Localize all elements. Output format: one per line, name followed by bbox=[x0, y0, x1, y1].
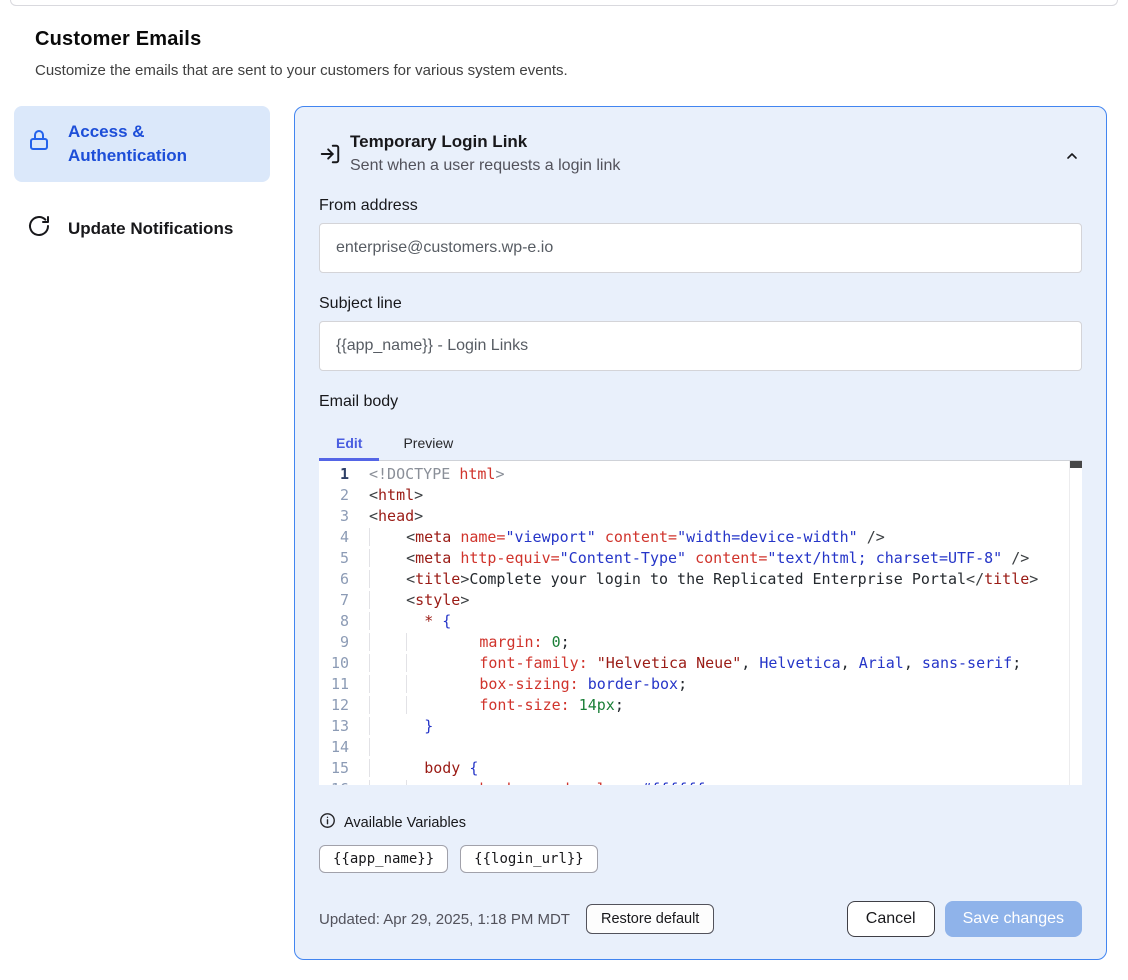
subject-line-input[interactable] bbox=[319, 321, 1082, 371]
editor-scrollbar-thumb[interactable] bbox=[1070, 461, 1082, 468]
code-text: font-size: 14px; bbox=[369, 695, 624, 716]
code-text: margin: 0; bbox=[369, 632, 570, 653]
subject-line-label: Subject line bbox=[319, 295, 1082, 313]
code-line: 1 <!DOCTYPE html> bbox=[319, 464, 1082, 485]
sidebar: Access & Authentication Update Notificat… bbox=[14, 106, 270, 258]
line-number: 15 bbox=[319, 758, 349, 779]
card-header: Temporary Login Link Sent when a user re… bbox=[319, 132, 1082, 175]
line-number: 16 bbox=[319, 779, 349, 785]
refresh-icon bbox=[27, 214, 51, 245]
email-settings-card: Temporary Login Link Sent when a user re… bbox=[294, 106, 1107, 960]
line-number: 13 bbox=[319, 716, 349, 737]
code-line: 8 * { bbox=[319, 611, 1082, 632]
line-number: 8 bbox=[319, 611, 349, 632]
available-variables-row: Available Variables bbox=[319, 812, 1082, 834]
line-number: 1 bbox=[319, 464, 349, 485]
from-address-label: From address bbox=[319, 197, 1082, 215]
card-footer: Updated: Apr 29, 2025, 1:18 PM MDT Resto… bbox=[319, 901, 1082, 937]
sidebar-item-label: Access & Authentication bbox=[68, 120, 257, 168]
log-in-icon bbox=[319, 143, 341, 170]
code-text: box-sizing: border-box; bbox=[369, 674, 687, 695]
code-text: <title>Complete your login to the Replic… bbox=[369, 569, 1038, 590]
sidebar-item-label: Update Notifications bbox=[68, 217, 233, 241]
email-body-label: Email body bbox=[319, 393, 1082, 411]
code-text: <meta http-equiv="Content-Type" content=… bbox=[369, 548, 1029, 569]
chevron-up-icon bbox=[1064, 152, 1080, 167]
code-line: 5 <meta http-equiv="Content-Type" conten… bbox=[319, 548, 1082, 569]
code-text: } bbox=[369, 716, 433, 737]
cancel-button[interactable]: Cancel bbox=[847, 901, 935, 937]
variable-chip-app-name[interactable]: {{app_name}} bbox=[319, 845, 448, 873]
card-subtitle: Sent when a user requests a login link bbox=[350, 157, 620, 175]
code-text: background-color: #ffffff; bbox=[369, 779, 714, 785]
line-number: 3 bbox=[319, 506, 349, 527]
line-number: 9 bbox=[319, 632, 349, 653]
page-header: Customer Emails Customize the emails tha… bbox=[0, 6, 1128, 79]
code-text: * { bbox=[369, 611, 451, 632]
tab-edit[interactable]: Edit bbox=[319, 425, 379, 461]
card-header-text: Temporary Login Link Sent when a user re… bbox=[350, 132, 620, 175]
code-line: 7 <style> bbox=[319, 590, 1082, 611]
info-icon bbox=[319, 812, 336, 834]
from-address-input[interactable] bbox=[319, 223, 1082, 273]
code-text: <!DOCTYPE html> bbox=[369, 464, 504, 485]
code-line: 16 background-color: #ffffff; bbox=[319, 779, 1082, 785]
card-title: Temporary Login Link bbox=[350, 132, 620, 152]
page-subtitle: Customize the emails that are sent to yo… bbox=[35, 62, 1128, 79]
available-variables-label: Available Variables bbox=[344, 815, 466, 831]
line-number: 2 bbox=[319, 485, 349, 506]
code-line: 10 font-family: "Helvetica Neue", Helvet… bbox=[319, 653, 1082, 674]
lock-icon bbox=[27, 128, 51, 159]
variable-chips: {{app_name}} {{login_url}} bbox=[319, 845, 1082, 873]
code-line: 13 } bbox=[319, 716, 1082, 737]
footer-actions: Cancel Save changes bbox=[847, 901, 1082, 937]
editor-tabbar: Edit Preview bbox=[319, 425, 1082, 461]
code-text: font-family: "Helvetica Neue", Helvetica… bbox=[369, 653, 1021, 674]
restore-default-button[interactable]: Restore default bbox=[586, 904, 714, 934]
code-text: <html> bbox=[369, 485, 423, 506]
line-number: 5 bbox=[319, 548, 349, 569]
code-line: 6 <title>Complete your login to the Repl… bbox=[319, 569, 1082, 590]
code-line: 9 margin: 0; bbox=[319, 632, 1082, 653]
code-line: 12 font-size: 14px; bbox=[319, 695, 1082, 716]
line-number: 7 bbox=[319, 590, 349, 611]
sidebar-item-update-notifications[interactable]: Update Notifications bbox=[14, 200, 270, 259]
code-text: <head> bbox=[369, 506, 423, 527]
tab-preview[interactable]: Preview bbox=[386, 425, 470, 461]
line-number: 12 bbox=[319, 695, 349, 716]
code-text bbox=[369, 737, 406, 758]
code-line: 14 bbox=[319, 737, 1082, 758]
page-title: Customer Emails bbox=[35, 28, 1128, 51]
variable-chip-login-url[interactable]: {{login_url}} bbox=[460, 845, 598, 873]
code-lines: 1<!DOCTYPE html>2<html>3<head>4 <meta na… bbox=[319, 464, 1082, 785]
line-number: 4 bbox=[319, 527, 349, 548]
updated-timestamp: Updated: Apr 29, 2025, 1:18 PM MDT bbox=[319, 911, 570, 928]
code-text: <style> bbox=[369, 590, 469, 611]
save-changes-button[interactable]: Save changes bbox=[945, 901, 1082, 937]
line-number: 10 bbox=[319, 653, 349, 674]
line-number: 14 bbox=[319, 737, 349, 758]
code-line: 4 <meta name="viewport" content="width=d… bbox=[319, 527, 1082, 548]
code-text: <meta name="viewport" content="width=dev… bbox=[369, 527, 885, 548]
code-editor[interactable]: 1<!DOCTYPE html>2<html>3<head>4 <meta na… bbox=[319, 461, 1082, 785]
collapse-button[interactable] bbox=[1062, 146, 1082, 169]
line-number: 11 bbox=[319, 674, 349, 695]
code-line: 3 <head> bbox=[319, 506, 1082, 527]
code-line: 2 <html> bbox=[319, 485, 1082, 506]
editor-scrollbar[interactable] bbox=[1069, 461, 1082, 785]
sidebar-item-access-authentication[interactable]: Access & Authentication bbox=[14, 106, 270, 182]
code-text: body { bbox=[369, 758, 478, 779]
line-number: 6 bbox=[319, 569, 349, 590]
code-line: 11 box-sizing: border-box; bbox=[319, 674, 1082, 695]
code-line: 15 body { bbox=[319, 758, 1082, 779]
